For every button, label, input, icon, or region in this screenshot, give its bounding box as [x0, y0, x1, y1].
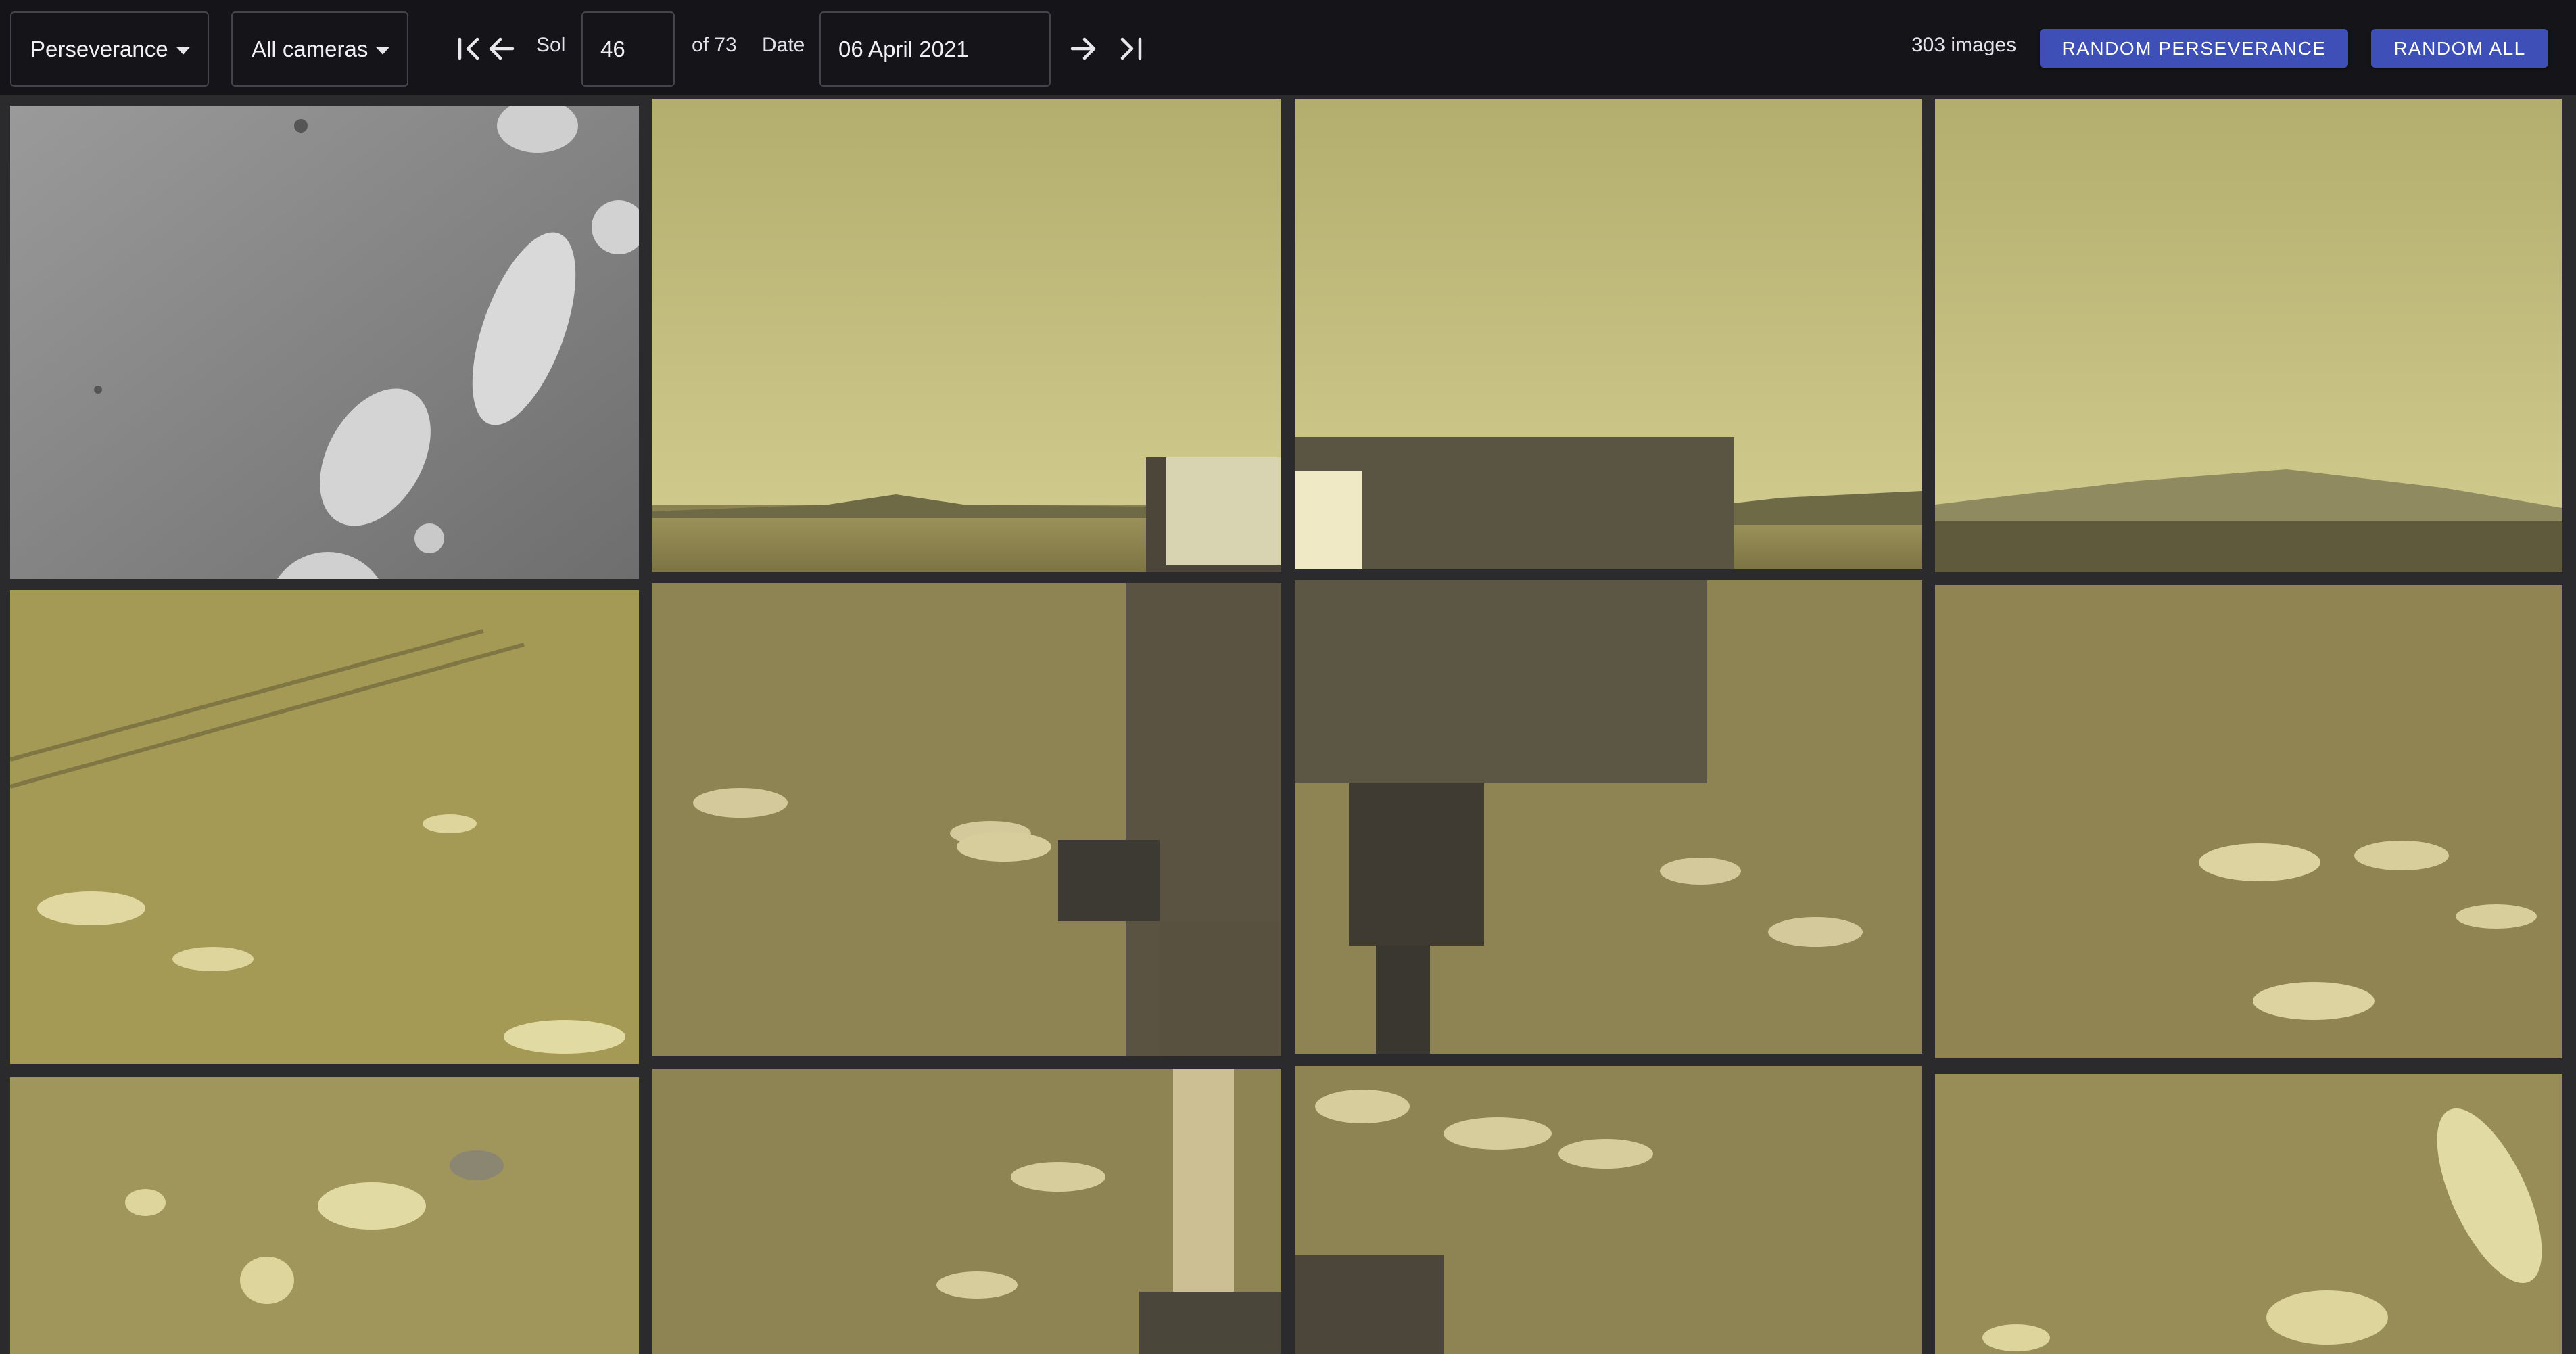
image-count: 303 images	[1911, 34, 2017, 56]
gallery-image[interactable]	[1935, 99, 2562, 572]
horizon-image	[652, 99, 1281, 572]
toolbar: Perseverance All cameras Sol of 73 Date …	[0, 0, 2576, 95]
gallery-image[interactable]	[10, 106, 639, 579]
arrow-right-icon[interactable]	[1064, 27, 1102, 70]
ground-image	[10, 590, 639, 1064]
rover-mast-image	[1295, 1066, 1922, 1354]
gallery-image[interactable]	[1295, 1066, 1922, 1354]
chevron-down-icon	[176, 47, 190, 55]
rover-mast-image	[1295, 580, 1922, 1054]
grayscale-ground-image	[10, 106, 639, 579]
ground-image	[1935, 585, 2562, 1058]
gallery-image[interactable]	[10, 1077, 639, 1354]
horizon-image	[1935, 99, 2562, 572]
gallery-image[interactable]	[1295, 580, 1922, 1054]
gallery-image[interactable]	[1295, 99, 1922, 569]
camera-select[interactable]: All cameras	[231, 11, 408, 87]
sol-total: of 73	[692, 34, 737, 56]
random-all-button[interactable]: RANDOM ALL	[2371, 29, 2548, 68]
rover-mast-image	[652, 583, 1281, 1056]
gallery-image[interactable]	[652, 99, 1281, 572]
rover-select-value: Perseverance	[30, 36, 168, 62]
gallery-image[interactable]	[1935, 1074, 2562, 1354]
sol-input[interactable]	[581, 11, 675, 87]
date-label: Date	[762, 34, 805, 56]
camera-select-value: All cameras	[252, 36, 368, 62]
gallery-image[interactable]	[652, 583, 1281, 1056]
gallery-image[interactable]	[1935, 585, 2562, 1058]
date-input[interactable]	[819, 11, 1051, 87]
ground-image	[10, 1077, 639, 1354]
gallery-image[interactable]	[10, 590, 639, 1064]
horizon-image	[1295, 99, 1922, 569]
ground-image	[1935, 1074, 2562, 1354]
sol-label: Sol	[536, 34, 566, 56]
gallery-image[interactable]	[652, 1069, 1281, 1354]
chevron-down-icon	[376, 47, 389, 55]
random-perseverance-button[interactable]: RANDOM PERSEVERANCE	[2040, 29, 2348, 68]
arrow-left-icon[interactable]	[483, 27, 521, 70]
rover-mast-image	[652, 1069, 1281, 1354]
rover-select[interactable]: Perseverance	[10, 11, 209, 87]
last-page-icon[interactable]	[1112, 27, 1149, 70]
